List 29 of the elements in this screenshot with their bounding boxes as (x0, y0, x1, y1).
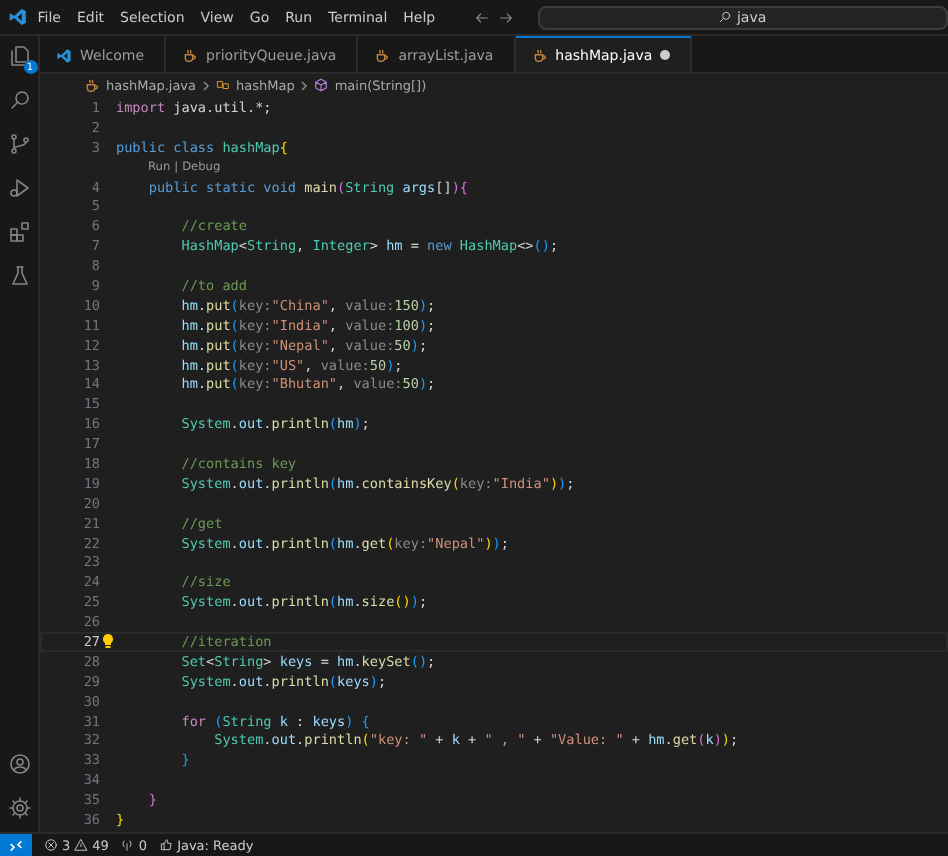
source-control-icon (7, 132, 31, 156)
back-arrow-icon (473, 9, 490, 25)
error-icon (44, 838, 58, 852)
settings-icon (7, 796, 31, 820)
flask-icon (7, 264, 31, 288)
vscode-logo (56, 47, 72, 63)
class-icon (216, 78, 231, 92)
cup-icon (531, 47, 548, 63)
forward-arrow-icon (497, 9, 514, 25)
cup-icon (374, 47, 391, 63)
thumbs-up-icon (159, 838, 174, 852)
unsaved-dot (660, 50, 671, 60)
vscode-logo (8, 6, 28, 28)
search-icon (718, 10, 733, 24)
antenna-icon (120, 838, 135, 852)
chevron-icon (300, 79, 309, 91)
warning-icon (74, 838, 89, 852)
account-icon (7, 752, 31, 776)
extensions-icon (7, 220, 31, 244)
cup-icon (182, 47, 199, 63)
chevron-icon (202, 79, 211, 91)
run-debug-icon (7, 176, 31, 200)
remote-button[interactable] (0, 834, 32, 856)
cup-icon (84, 77, 100, 93)
search-icon (7, 88, 31, 112)
remote-icon (8, 837, 24, 853)
files-icon (7, 44, 31, 68)
cube-icon (314, 78, 329, 92)
lightbulb-icon[interactable] (102, 633, 114, 650)
